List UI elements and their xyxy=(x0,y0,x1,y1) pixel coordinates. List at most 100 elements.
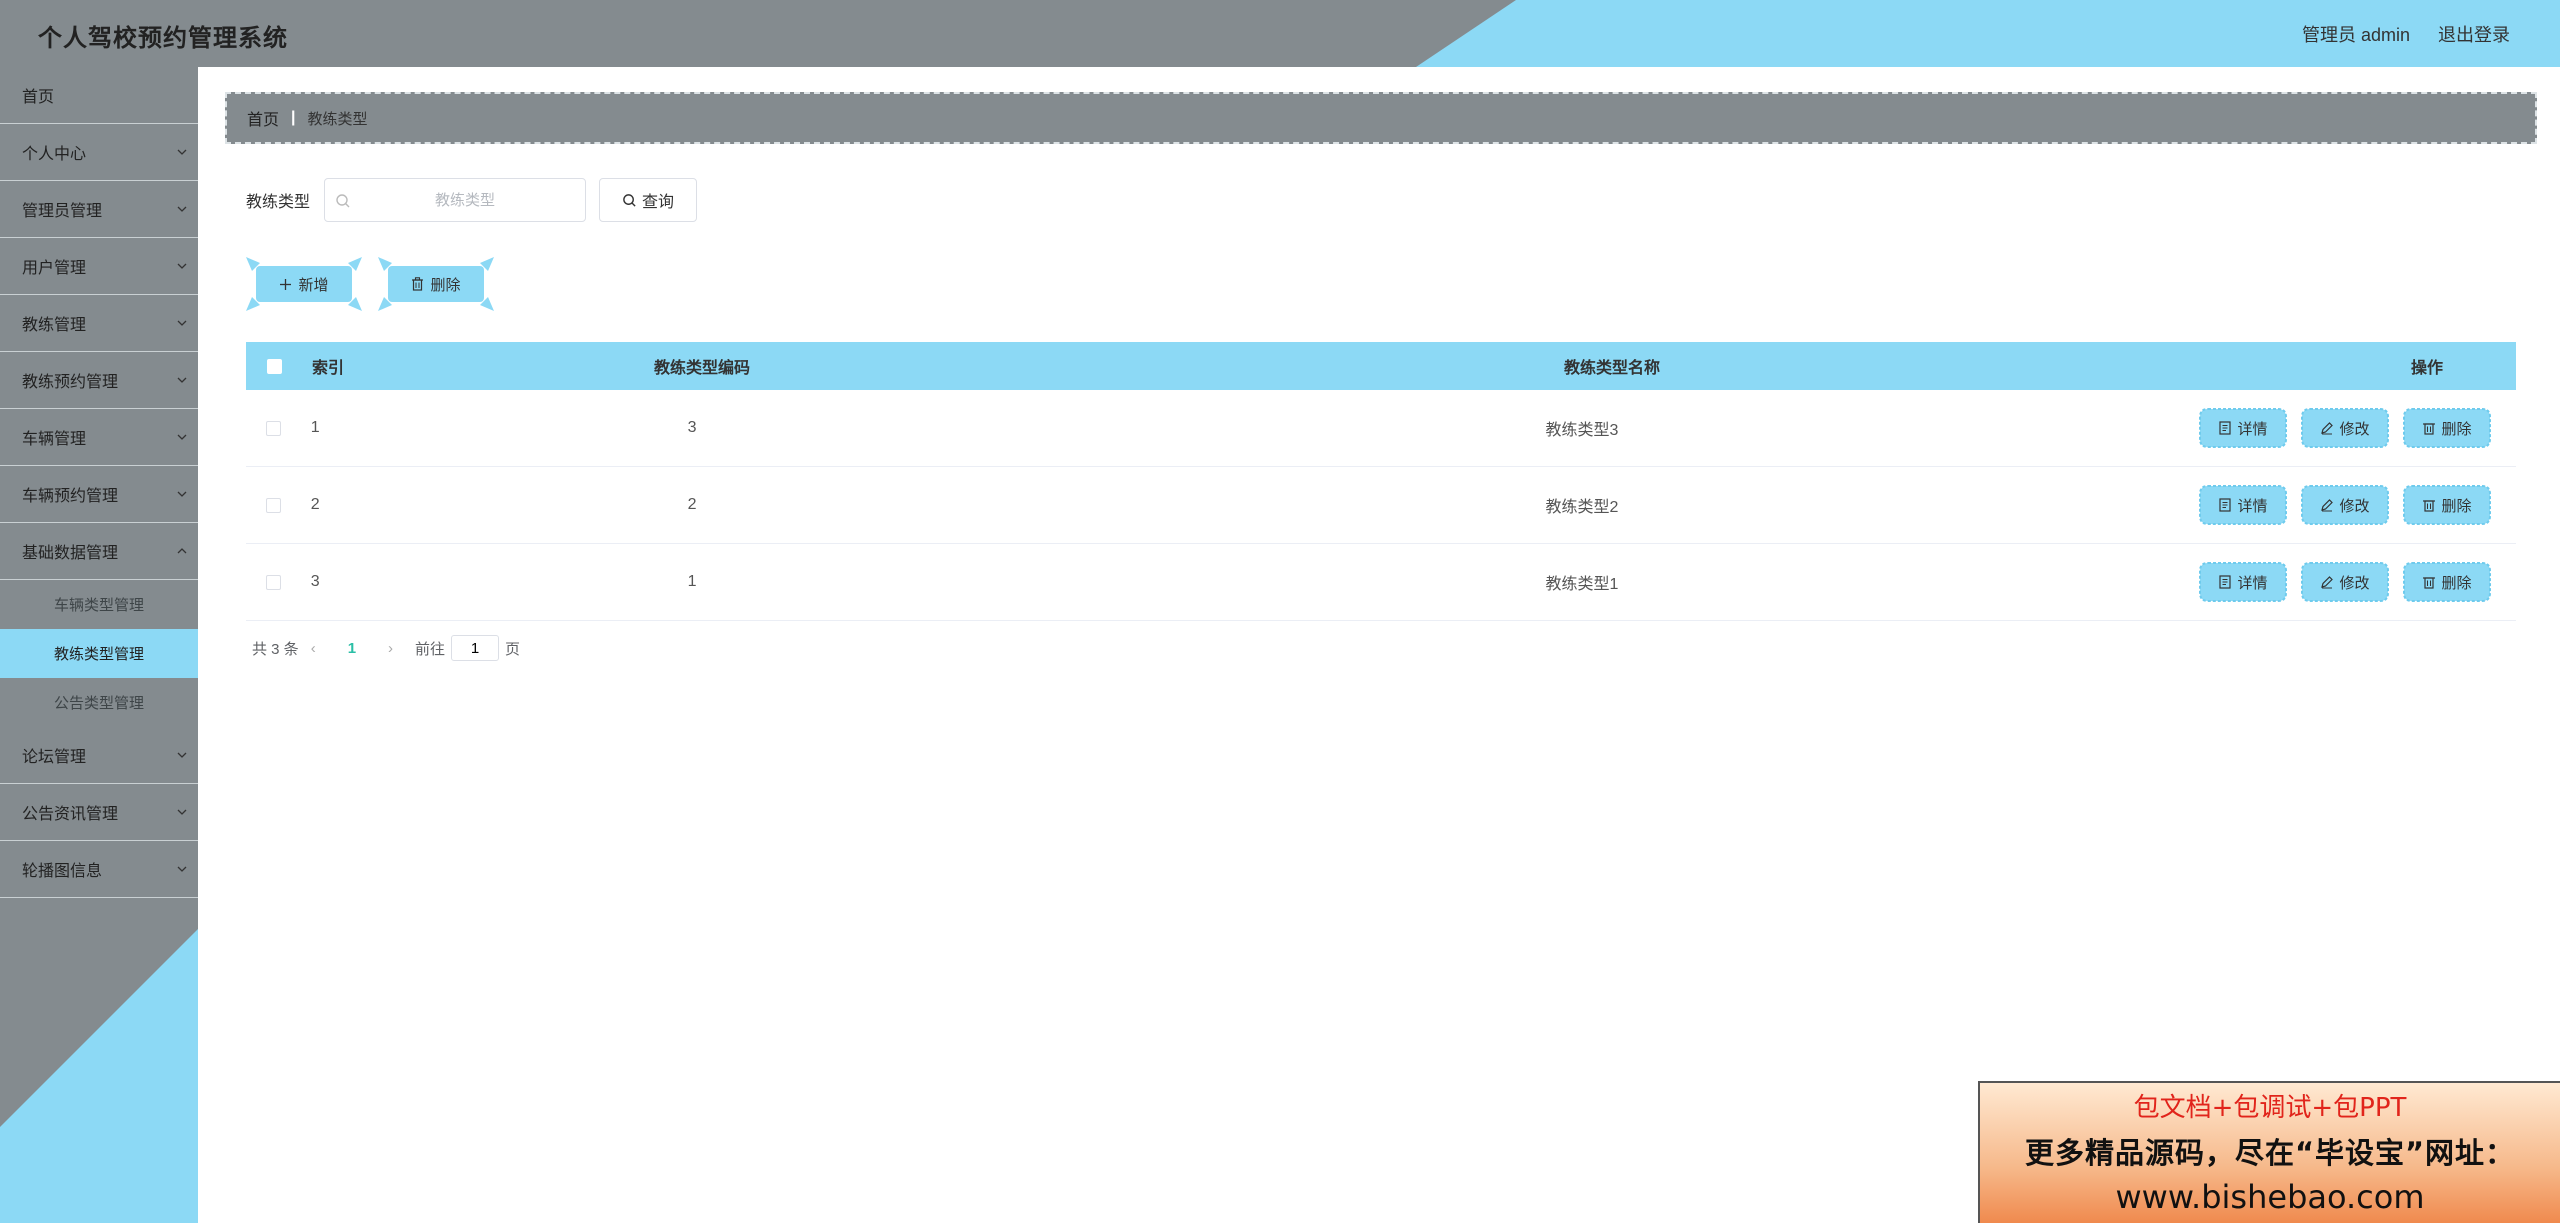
action-toolbar: 新增 删除 xyxy=(246,257,494,311)
sidebar-item-coach-bookings[interactable]: 教练预约管理 xyxy=(0,352,198,409)
chevron-down-icon xyxy=(176,317,188,329)
search-icon xyxy=(336,194,350,208)
promo-line-3: www.bishebao.com xyxy=(2115,1178,2425,1216)
delete-button-wrapper: 删除 xyxy=(378,257,494,311)
sidebar-item-home[interactable]: 首页 xyxy=(0,67,198,124)
sidebar-item-label: 轮播图信息 xyxy=(22,863,103,880)
row-edit-button[interactable]: 修改 xyxy=(2300,407,2390,449)
trash-icon xyxy=(2423,423,2436,435)
chevron-down-icon xyxy=(176,146,188,158)
cell-index: 1 xyxy=(310,419,320,436)
row-delete-text: 删除 xyxy=(2441,420,2472,438)
cell-name: 教练类型2 xyxy=(1545,499,1619,516)
sidebar-item-label: 个人中心 xyxy=(22,146,87,163)
sidebar-item-coaches[interactable]: 教练管理 xyxy=(0,295,198,352)
column-header-actions: 操作 xyxy=(2410,360,2443,377)
sidebar-item-label: 公告资讯管理 xyxy=(22,806,119,823)
sidebar-subitem-notice-types[interactable]: 公告类型管理 xyxy=(0,678,198,727)
column-header-index[interactable]: 索引 xyxy=(302,354,422,378)
chevron-down-icon xyxy=(176,374,188,386)
chevron-down-icon xyxy=(176,260,188,272)
cell-code: 1 xyxy=(687,573,697,590)
row-detail-label: 详情 xyxy=(2218,418,2268,439)
row-delete-text: 删除 xyxy=(2441,574,2472,592)
row-detail-button[interactable]: 详情 xyxy=(2198,407,2288,449)
sidebar-item-label: 车辆管理 xyxy=(22,431,87,448)
current-user[interactable]: 管理员 admin xyxy=(2302,21,2410,47)
column-header-code[interactable]: 教练类型编码 xyxy=(422,354,982,378)
page-number-current[interactable]: 1 xyxy=(348,640,356,657)
row-checkbox-cell xyxy=(246,574,301,590)
sidebar-item-label: 管理员管理 xyxy=(22,203,103,220)
delete-label: 删除 xyxy=(430,276,461,294)
prev-page-chevron-left-icon[interactable]: ‹ xyxy=(311,640,316,657)
row-detail-text: 详情 xyxy=(2237,420,2268,438)
sidebar-item-carousel[interactable]: 轮播图信息 xyxy=(0,841,198,898)
table-header: 索引 教练类型编码 教练类型名称 操作 xyxy=(246,342,2516,390)
row-edit-button[interactable]: 修改 xyxy=(2300,561,2390,603)
search-box xyxy=(324,178,587,222)
row-detail-button[interactable]: 详情 xyxy=(2198,484,2288,526)
row-edit-text: 修改 xyxy=(2339,420,2370,438)
row-delete-text: 删除 xyxy=(2441,497,2472,515)
column-header-name[interactable]: 教练类型名称 xyxy=(982,354,2242,378)
goto-page-input[interactable] xyxy=(451,635,500,661)
edit-icon xyxy=(2321,576,2334,589)
data-table: 索引 教练类型编码 教练类型名称 操作 1 3 教练类型3 详情 修改 删除 2 2 教练类型2… xyxy=(246,342,2516,621)
row-detail-label: 详情 xyxy=(2218,572,2268,593)
trash-icon xyxy=(412,277,424,291)
row-checkbox[interactable] xyxy=(265,420,281,436)
sidebar-item-notices[interactable]: 公告资讯管理 xyxy=(0,784,198,841)
sidebar-subitem-coach-types[interactable]: 教练类型管理 xyxy=(0,629,198,678)
row-detail-button[interactable]: 详情 xyxy=(2198,561,2288,603)
sidebar-item-label: 教练预约管理 xyxy=(22,374,119,391)
sidebar-item-forum[interactable]: 论坛管理 xyxy=(0,727,198,784)
header-checkbox-cell xyxy=(246,358,302,374)
sidebar-subitem-vehicle-types[interactable]: 车辆类型管理 xyxy=(0,580,198,629)
logout-link[interactable]: 退出登录 xyxy=(2438,21,2510,47)
sidebar-item-vehicles[interactable]: 车辆管理 xyxy=(0,409,198,466)
table-body: 1 3 教练类型3 详情 修改 删除 2 2 教练类型2 详情 修改 删除 3 1 教练类型1 详情 修改 删除 xyxy=(246,390,2516,621)
row-delete-label: 删除 xyxy=(2422,572,2472,593)
search-label: 教练类型 xyxy=(246,194,311,211)
cell-code: 2 xyxy=(687,496,697,513)
breadcrumb-home[interactable]: 首页 xyxy=(247,106,279,130)
row-delete-button[interactable]: 删除 xyxy=(2402,407,2492,449)
row-delete-button[interactable]: 删除 xyxy=(2402,484,2492,526)
add-button[interactable]: 新增 xyxy=(256,266,352,302)
promo-line-1: 包文档+包调试+包PPT xyxy=(2133,1093,2407,1123)
breadcrumb-current: 教练类型 xyxy=(307,110,368,128)
document-icon xyxy=(2219,575,2232,589)
row-delete-button[interactable]: 删除 xyxy=(2402,561,2492,603)
main-content: 首页 | 教练类型 教练类型 查询 xyxy=(198,67,2560,1223)
row-checkbox[interactable] xyxy=(265,574,281,590)
row-delete-label: 删除 xyxy=(2422,495,2472,516)
search-input[interactable] xyxy=(325,179,586,221)
breadcrumb-separator: | xyxy=(291,109,296,126)
next-page-chevron-right-icon[interactable]: › xyxy=(388,640,393,657)
sidebar-item-admins[interactable]: 管理员管理 xyxy=(0,181,198,238)
sidebar-item-users[interactable]: 用户管理 xyxy=(0,238,198,295)
row-checkbox[interactable] xyxy=(265,497,281,513)
goto-prefix: 前往 xyxy=(415,640,446,658)
edit-icon xyxy=(2321,499,2334,512)
chevron-up-icon xyxy=(176,545,188,557)
header-user-area: 管理员 admin 退出登录 xyxy=(2302,21,2510,47)
table-row: 3 1 教练类型1 详情 修改 删除 xyxy=(246,544,2516,621)
query-button[interactable]: 查询 xyxy=(599,178,698,222)
top-header: 个人驾校预约管理系统 管理员 admin 退出登录 xyxy=(0,0,2560,67)
sidebar: 首页个人中心管理员管理用户管理 教练管理教练预约管理 车辆管理车辆预约管理 基础数据管… xyxy=(0,67,198,1223)
row-edit-button[interactable]: 修改 xyxy=(2300,484,2390,526)
batch-delete-button[interactable]: 删除 xyxy=(388,266,484,302)
pagination-total: 共 3 条 xyxy=(252,640,299,658)
sidebar-item-profile[interactable]: 个人中心 xyxy=(0,124,198,181)
breadcrumb: 首页 | 教练类型 xyxy=(225,92,2537,144)
promo-banner: 包文档+包调试+包PPT 更多精品源码，尽在“毕设宝”网址： www.bishe… xyxy=(1978,1081,2560,1223)
sidebar-item-vehicle-bookings[interactable]: 车辆预约管理 xyxy=(0,466,198,523)
row-detail-label: 详情 xyxy=(2218,495,2268,516)
sidebar-item-base-data[interactable]: 基础数据管理 xyxy=(0,523,198,580)
table-row: 1 3 教练类型3 详情 修改 删除 xyxy=(246,390,2516,467)
add-label: 新增 xyxy=(298,276,329,294)
chevron-down-icon xyxy=(176,749,188,761)
select-all-checkbox[interactable] xyxy=(266,358,282,374)
